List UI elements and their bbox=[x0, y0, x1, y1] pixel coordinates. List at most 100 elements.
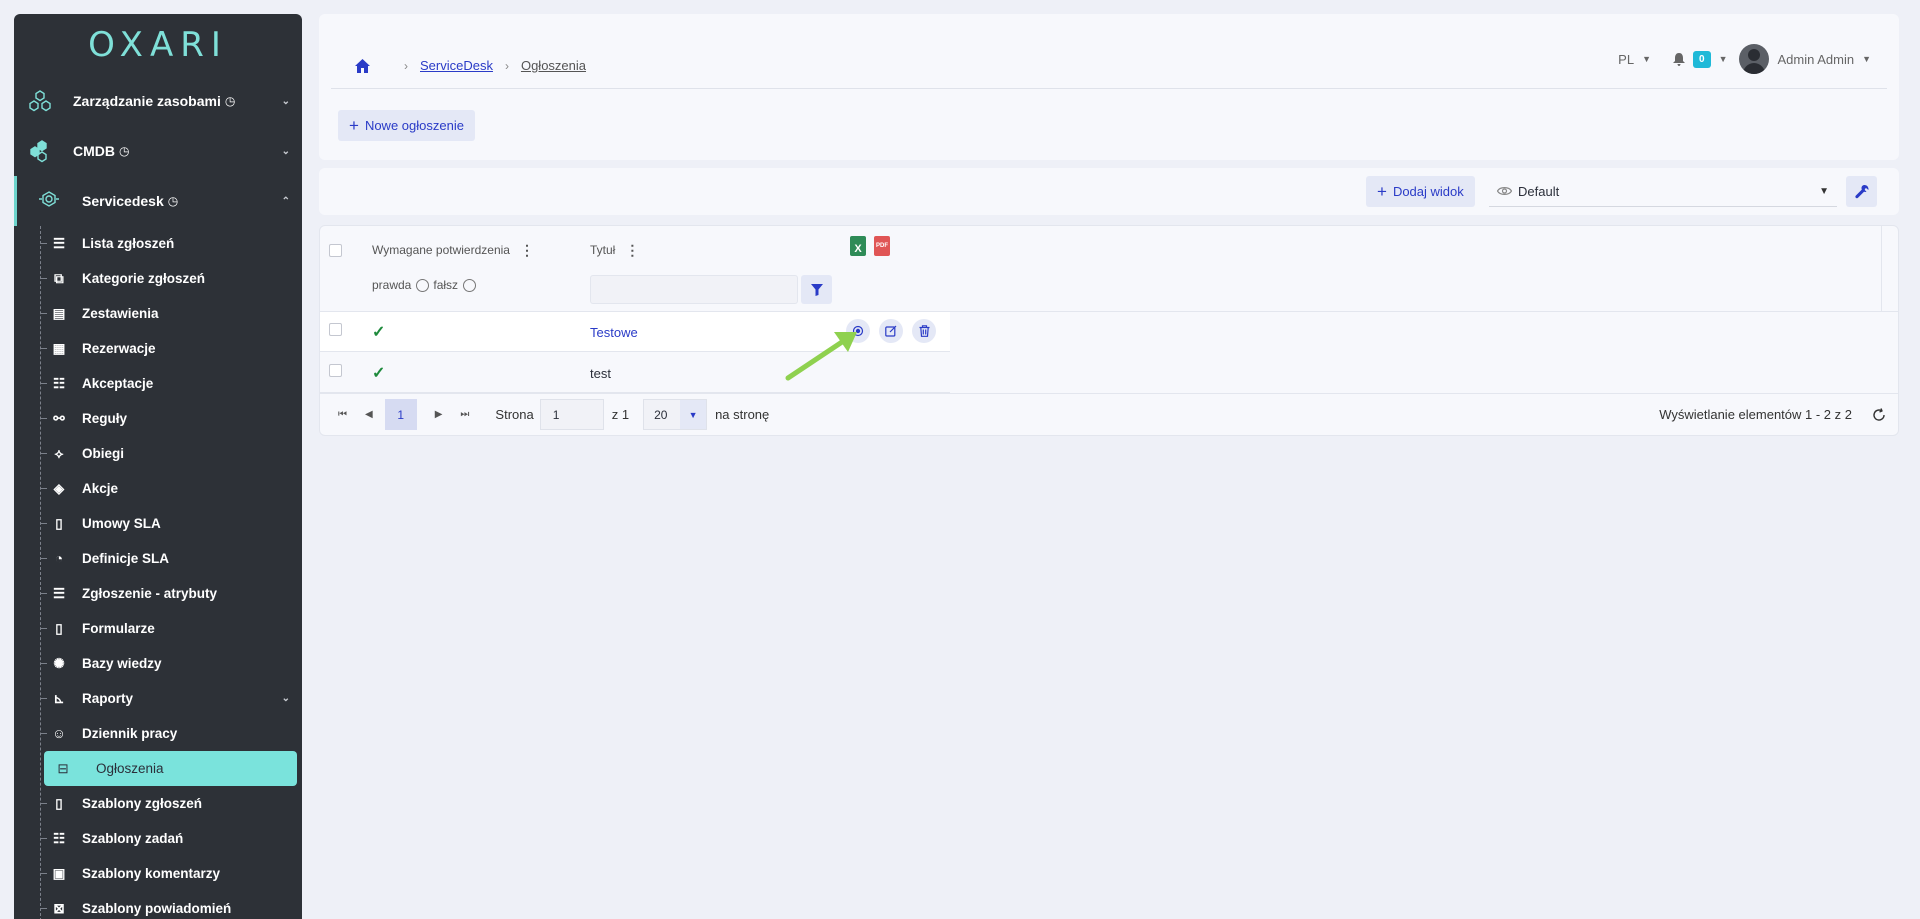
caret-down-icon: ▼ bbox=[1819, 185, 1829, 197]
breadcrumb: › ServiceDesk › Ogłoszenia bbox=[355, 58, 586, 73]
edit-button[interactable] bbox=[879, 319, 903, 343]
info-circle-icon: ◷ bbox=[167, 194, 179, 208]
sidebar-item-lista-zgloszen[interactable]: ☰ Lista zgłoszeń bbox=[14, 226, 302, 261]
sidebar-item-ogloszenia[interactable]: ⊟ Ogłoszenia bbox=[44, 751, 297, 786]
sidebar-item-rezerwacje[interactable]: ▦ Rezerwacje bbox=[14, 331, 302, 366]
first-page-icon[interactable]: ⏮ bbox=[338, 409, 347, 420]
filter-button[interactable] bbox=[801, 275, 832, 304]
wrench-icon bbox=[1854, 184, 1868, 198]
sidebar-item-szablony-komentarzy[interactable]: ▣ Szablony komentarzy bbox=[14, 856, 302, 891]
chevron-right-icon: › bbox=[404, 58, 408, 73]
column-menu-icon[interactable]: ⋮ bbox=[520, 243, 534, 257]
sidebar-item-akceptacje[interactable]: ☷ Akceptacje bbox=[14, 366, 302, 401]
sidebar-item-szablony-zgloszen[interactable]: ▯ Szablony zgłoszeń bbox=[14, 786, 302, 821]
last-page-icon[interactable]: ⏭ bbox=[460, 409, 469, 420]
servicedesk-icon bbox=[36, 188, 62, 214]
view-toolbar: + Dodaj widok Default ▼ bbox=[319, 168, 1899, 215]
current-page-button[interactable]: 1 bbox=[384, 399, 417, 430]
caret-down-icon[interactable]: ▼ bbox=[1642, 54, 1651, 64]
sidebar-item-label: Szablony zgłoszeń bbox=[82, 796, 203, 811]
sidebar-item-zestawienia[interactable]: ▤ Zestawienia bbox=[14, 296, 302, 331]
prev-page-icon[interactable]: ◀ bbox=[365, 409, 373, 420]
row-title[interactable]: test bbox=[590, 366, 611, 381]
title-filter-input[interactable] bbox=[590, 275, 798, 304]
sidebar-item-szablony-zadan[interactable]: ☷ Szablony zadań bbox=[14, 821, 302, 856]
sidebar-item-szablony-powiadomien[interactable]: ⊠ Szablony powiadomień bbox=[14, 891, 302, 919]
filter-true-radio[interactable] bbox=[416, 278, 430, 292]
refresh-icon[interactable] bbox=[1872, 407, 1886, 422]
chevron-up-icon: ⌃ bbox=[281, 195, 290, 207]
sidebar-item-definicje-sla[interactable]: ◔ Definicje SLA bbox=[14, 541, 302, 576]
sidebar-item-obiegi[interactable]: ⟡ Obiegi bbox=[14, 436, 302, 471]
column-label: Wymagane potwierdzenia bbox=[372, 243, 510, 257]
column-header-title[interactable]: Tytuł ⋮ bbox=[590, 243, 639, 257]
column-divider bbox=[1881, 226, 1882, 312]
sidebar-item-bazy-wiedzy[interactable]: ✺ Bazy wiedzy bbox=[14, 646, 302, 681]
active-indicator bbox=[14, 176, 17, 226]
sidebar-item-reguly[interactable]: ⚯ Reguły bbox=[14, 401, 302, 436]
table-row[interactable]: ✓ test bbox=[320, 353, 950, 393]
table-row[interactable]: ✓ Testowe bbox=[320, 312, 950, 352]
page-size-value: 20 bbox=[654, 407, 668, 422]
sidebar-item-zarzadzanie-zasobami[interactable]: Zarządzanie zasobami ◷ ⌄ bbox=[14, 76, 302, 126]
language-select[interactable]: PL bbox=[1618, 52, 1634, 67]
new-announcement-button[interactable]: + Nowe ogłoszenie bbox=[338, 110, 475, 141]
filter-false-radio[interactable] bbox=[463, 278, 477, 292]
list-icon: ☰ bbox=[52, 585, 66, 601]
sidebar-item-kategorie-zgloszen[interactable]: ⧉ Kategorie zgłoszeń bbox=[14, 261, 302, 296]
info-circle-icon: ◷ bbox=[224, 94, 236, 108]
notification-template-icon: ⊠ bbox=[53, 900, 65, 916]
row-checkbox[interactable] bbox=[329, 323, 342, 336]
pdf-export-icon[interactable]: PDF bbox=[874, 236, 890, 256]
page-input[interactable]: 1 bbox=[539, 399, 604, 430]
view-select[interactable]: Default ▼ bbox=[1489, 176, 1837, 207]
sidebar-item-dziennik-pracy[interactable]: ☺ Dziennik pracy bbox=[14, 716, 302, 751]
stopwatch-icon: ◔ bbox=[54, 551, 64, 566]
sidebar-item-cmdb[interactable]: CMDB ◷ ⌄ bbox=[14, 126, 302, 176]
column-menu-icon[interactable]: ⋮ bbox=[625, 243, 639, 257]
excel-export-icon[interactable]: X bbox=[850, 236, 866, 256]
categories-icon: ⧉ bbox=[54, 270, 64, 286]
caret-down-icon[interactable]: ▼ bbox=[1862, 54, 1871, 64]
sidebar-item-umowy-sla[interactable]: ▯ Umowy SLA bbox=[14, 506, 302, 541]
sidebar-item-label: Zgłoszenie - atrybuty bbox=[82, 586, 218, 601]
avatar[interactable] bbox=[1739, 44, 1770, 74]
filter-true-label: prawda bbox=[372, 278, 412, 292]
user-name[interactable]: Admin Admin bbox=[1777, 52, 1854, 67]
delete-button[interactable] bbox=[912, 319, 936, 343]
sidebar-item-label: Dziennik pracy bbox=[82, 726, 178, 741]
page-size-select[interactable]: 20 ▼ bbox=[643, 399, 708, 430]
caret-down-icon[interactable]: ▼ bbox=[1719, 54, 1728, 64]
chevron-down-icon: ⌄ bbox=[281, 95, 290, 107]
notification-count-badge[interactable]: 0 bbox=[1693, 50, 1711, 68]
funnel-icon bbox=[810, 283, 823, 296]
settings-wrench-button[interactable] bbox=[1846, 176, 1877, 207]
add-view-button[interactable]: + Dodaj widok bbox=[1366, 176, 1475, 207]
plus-icon: + bbox=[1377, 181, 1387, 201]
next-page-icon[interactable]: ▶ bbox=[435, 409, 443, 420]
sidebar-item-raporty[interactable]: ⊾ Raporty ⌄ bbox=[14, 681, 302, 716]
sidebar-item-akcje[interactable]: ◈ Akcje bbox=[14, 471, 302, 506]
sidebar-item-zgloszenie-atrybuty[interactable]: ☰ Zgłoszenie - atrybuty bbox=[14, 576, 302, 611]
row-checkbox[interactable] bbox=[329, 364, 342, 377]
sidebar-item-label: Lista zgłoszeń bbox=[82, 236, 175, 251]
select-all-checkbox[interactable] bbox=[329, 244, 342, 257]
breadcrumb-ogloszenia[interactable]: Ogłoszenia bbox=[521, 58, 586, 73]
button-label: Nowe ogłoszenie bbox=[364, 118, 464, 133]
bell-icon[interactable] bbox=[1673, 52, 1685, 66]
row-title[interactable]: Testowe bbox=[590, 325, 638, 340]
caret-down-icon[interactable]: ▼ bbox=[680, 400, 707, 429]
preview-button[interactable] bbox=[846, 319, 870, 343]
sidebar-item-label: Obiegi bbox=[82, 446, 125, 461]
header-controls: PL ▼ 0 ▼ Admin Admin ▼ bbox=[1618, 44, 1871, 74]
sidebar-item-label: Zestawienia bbox=[82, 306, 159, 321]
check-icon: ✓ bbox=[372, 365, 386, 382]
sidebar-item-label: Definicje SLA bbox=[82, 551, 170, 566]
sidebar-item-label: Reguły bbox=[82, 411, 128, 426]
home-icon[interactable] bbox=[355, 58, 370, 73]
oxari-logo[interactable]: OXARI bbox=[14, 14, 302, 76]
breadcrumb-servicedesk[interactable]: ServiceDesk bbox=[420, 58, 493, 73]
column-header-confirmations[interactable]: Wymagane potwierdzenia ⋮ bbox=[372, 243, 534, 257]
sidebar-item-formularze[interactable]: ▯ Formularze bbox=[14, 611, 302, 646]
sidebar-item-servicedesk[interactable]: Servicedesk ◷ ⌃ bbox=[14, 176, 302, 226]
